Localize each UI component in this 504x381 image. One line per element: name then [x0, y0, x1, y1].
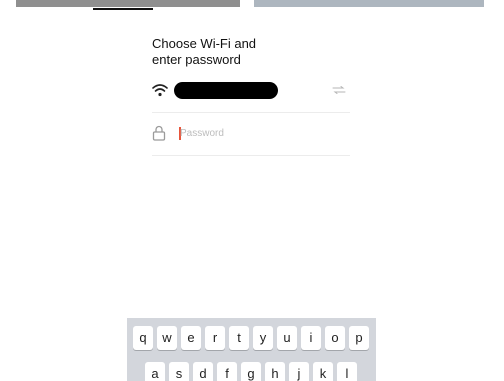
wifi-icon	[152, 84, 168, 97]
top-tab-left[interactable]	[16, 0, 240, 7]
key-i[interactable]: i	[301, 326, 321, 350]
key-j[interactable]: j	[289, 362, 309, 381]
key-e[interactable]: e	[181, 326, 201, 350]
swap-icon[interactable]	[332, 86, 346, 94]
key-r[interactable]: r	[205, 326, 225, 350]
key-p[interactable]: p	[349, 326, 369, 350]
key-s[interactable]: s	[169, 362, 189, 381]
password-field[interactable]	[180, 124, 340, 142]
keyboard-row-1: q w e r t y u i o p	[133, 326, 373, 350]
key-h[interactable]: h	[265, 362, 285, 381]
key-g[interactable]: g	[241, 362, 261, 381]
page-title-line-2: enter password	[152, 52, 241, 67]
on-screen-keyboard: q w e r t y u i o p a s d f g h j k l	[127, 318, 376, 381]
key-u[interactable]: u	[277, 326, 297, 350]
password-row[interactable]	[152, 122, 350, 146]
divider-wifi	[152, 112, 350, 113]
key-f[interactable]: f	[217, 362, 237, 381]
key-w[interactable]: w	[157, 326, 177, 350]
network-name-redacted	[174, 82, 278, 99]
key-q[interactable]: q	[133, 326, 153, 350]
keyboard-row-2: a s d f g h j k l	[145, 362, 361, 381]
key-y[interactable]: y	[253, 326, 273, 350]
key-a[interactable]: a	[145, 362, 165, 381]
top-tab-right[interactable]	[254, 0, 484, 7]
divider-password	[152, 155, 350, 156]
page-title: Choose Wi-Fi and enter password	[152, 36, 342, 68]
page-title-line-1: Choose Wi-Fi and	[152, 36, 257, 51]
wifi-network-row[interactable]	[152, 78, 350, 104]
lock-icon	[152, 125, 166, 141]
key-l[interactable]: l	[337, 362, 357, 381]
top-navigation-bar	[0, 0, 504, 14]
key-k[interactable]: k	[313, 362, 333, 381]
key-t[interactable]: t	[229, 326, 249, 350]
key-o[interactable]: o	[325, 326, 345, 350]
active-tab-indicator	[93, 8, 153, 10]
key-d[interactable]: d	[193, 362, 213, 381]
